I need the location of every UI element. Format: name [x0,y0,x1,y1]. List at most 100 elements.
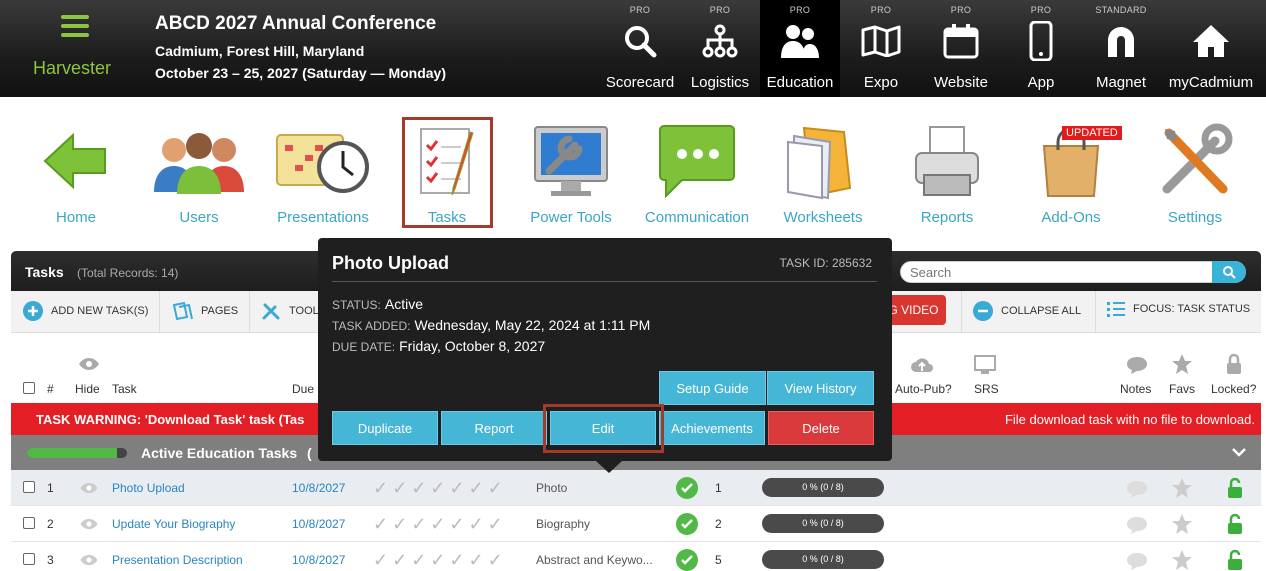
app-users[interactable]: Users [144,118,254,226]
calendar-clock-icon [276,134,369,193]
due-date-link[interactable]: 10/8/2027 [292,517,345,531]
star-icon[interactable] [1171,513,1193,535]
nav-label: App [1027,74,1055,91]
nav-website[interactable]: PRO Website [921,0,1001,97]
pages-icon [172,301,193,321]
comment-icon[interactable] [1126,516,1148,534]
eye-icon[interactable] [78,518,100,530]
check-circle-icon [676,513,698,535]
focus-button[interactable]: FOCUS: TASK STATUS [1095,291,1251,333]
col-favs[interactable]: Favs [1169,382,1195,396]
app-label: Presentations [277,209,369,226]
app-worksheets[interactable]: Worksheets [768,118,878,226]
star-icon[interactable] [1171,549,1193,571]
star-icon[interactable] [1171,477,1193,499]
conference-title: ABCD 2027 Annual Conference [155,13,437,34]
app-label: Settings [1167,209,1223,226]
panel-title: Tasks [25,264,64,280]
col-hide[interactable]: Hide [75,382,100,396]
search-button[interactable] [1212,261,1246,283]
pages-label: PAGES [201,305,239,317]
unlock-icon[interactable] [1227,477,1243,499]
search-input[interactable] [901,262,1201,283]
tools-icon [1162,123,1233,194]
menu-icon[interactable] [61,15,89,39]
col-notes[interactable]: Notes [1120,382,1151,396]
app-presentations[interactable]: Presentations [268,118,378,226]
col-locked[interactable]: Locked? [1211,382,1256,396]
comment-icon[interactable] [1126,552,1148,570]
chat-icon [659,125,735,198]
warning-text: TASK WARNING: 'Download Task' task (Tas [36,412,305,427]
chevron-down-icon[interactable] [1232,447,1246,457]
view-history-button[interactable]: View History [767,371,874,405]
nav-education[interactable]: PRO Education [760,0,840,97]
row-checkbox[interactable] [23,553,35,565]
nav-scorecard[interactable]: PRO Scorecard [600,0,680,97]
col-srs[interactable]: SRS [974,382,999,396]
delete-button[interactable]: Delete [768,411,874,445]
table-row[interactable]: 1 Photo Upload 10/8/2027 ✓ ✓ ✓ ✓ ✓ ✓ ✓ Photo 1 0 % (… [11,470,1261,506]
app-label: Worksheets [783,209,863,226]
popup-status: STATUS: Active [332,296,424,312]
achievements-button[interactable]: Achievements [659,411,765,445]
status-value: Active [384,296,424,312]
phone-icon [1029,21,1053,61]
task-link[interactable]: Photo Upload [112,481,185,495]
due-date-link[interactable]: 10/8/2027 [292,553,345,567]
search-box [900,261,1246,283]
app-reports[interactable]: Reports [892,118,1002,226]
select-all-checkbox[interactable] [23,382,35,394]
nav-magnet[interactable]: STANDARD Magnet [1081,0,1161,97]
nav-mycadmium[interactable]: myCadmium [1166,0,1256,97]
comment-icon [1127,357,1147,374]
col-autopub[interactable]: Auto-Pub? [895,382,952,396]
due-date-link[interactable]: 10/8/2027 [292,481,345,495]
nav-label: Scorecard [605,74,675,91]
nav-expo[interactable]: PRO Expo [841,0,921,97]
table-row[interactable]: 3 Presentation Description 10/8/2027 ✓ ✓ ✓ ✓ ✓ ✓… [11,542,1261,571]
task-order: 1 [715,481,722,495]
row-checkbox[interactable] [23,481,35,493]
row-num: 1 [47,481,54,495]
col-task[interactable]: Task [112,382,137,396]
eye-icon[interactable] [78,554,100,566]
app-settings[interactable]: Settings [1140,118,1250,226]
row-num: 3 [47,553,54,567]
nav-tier: PRO [629,5,651,15]
app-label: Communication [644,209,750,226]
comment-icon[interactable] [1126,480,1148,498]
nav-app[interactable]: PRO App [1001,0,1081,97]
unlock-icon[interactable] [1227,513,1243,535]
folder-documents-icon [787,126,852,200]
app-power-tools[interactable]: Power Tools [516,118,626,226]
popup-task-id: TASK ID: 285632 [779,256,873,270]
edit-selected-highlight [543,404,664,453]
app-home[interactable]: Home [21,118,131,226]
report-button[interactable]: Report [441,411,547,445]
map-icon [861,25,901,57]
duplicate-button[interactable]: Duplicate [332,411,438,445]
tools-button[interactable]: TOOL [249,291,319,333]
home-icon [1193,25,1229,57]
app-communication[interactable]: Communication [642,118,752,226]
col-due[interactable]: Due [292,382,314,396]
row-checkbox[interactable] [23,517,35,529]
add-task-button[interactable]: ADD NEW TASK(S) [23,301,148,321]
search-icon [1223,266,1236,279]
top-bar: Harvester ABCD 2027 Annual Conference Ca… [0,0,1266,97]
focus-label: FOCUS: TASK STATUS [1133,303,1251,315]
completion-progress: 0 % (0 / 8) [762,550,884,569]
table-row[interactable]: 2 Update Your Biography 10/8/2027 ✓ ✓ ✓ ✓ ✓ ✓ ✓ Bi… [11,506,1261,542]
nav-logistics[interactable]: PRO Logistics [680,0,760,97]
eye-icon[interactable] [78,482,100,494]
due-value: Friday, October 8, 2027 [399,338,546,354]
setup-guide-button[interactable]: Setup Guide [659,371,766,405]
task-link[interactable]: Update Your Biography [112,517,235,531]
collapse-all-button[interactable]: COLLAPSE ALL [961,291,1081,333]
task-link[interactable]: Presentation Description [112,553,243,567]
nav-tier: PRO [1030,5,1052,15]
pages-button[interactable]: PAGES [159,291,239,333]
magnet-icon [1108,27,1134,57]
unlock-icon[interactable] [1227,549,1243,571]
